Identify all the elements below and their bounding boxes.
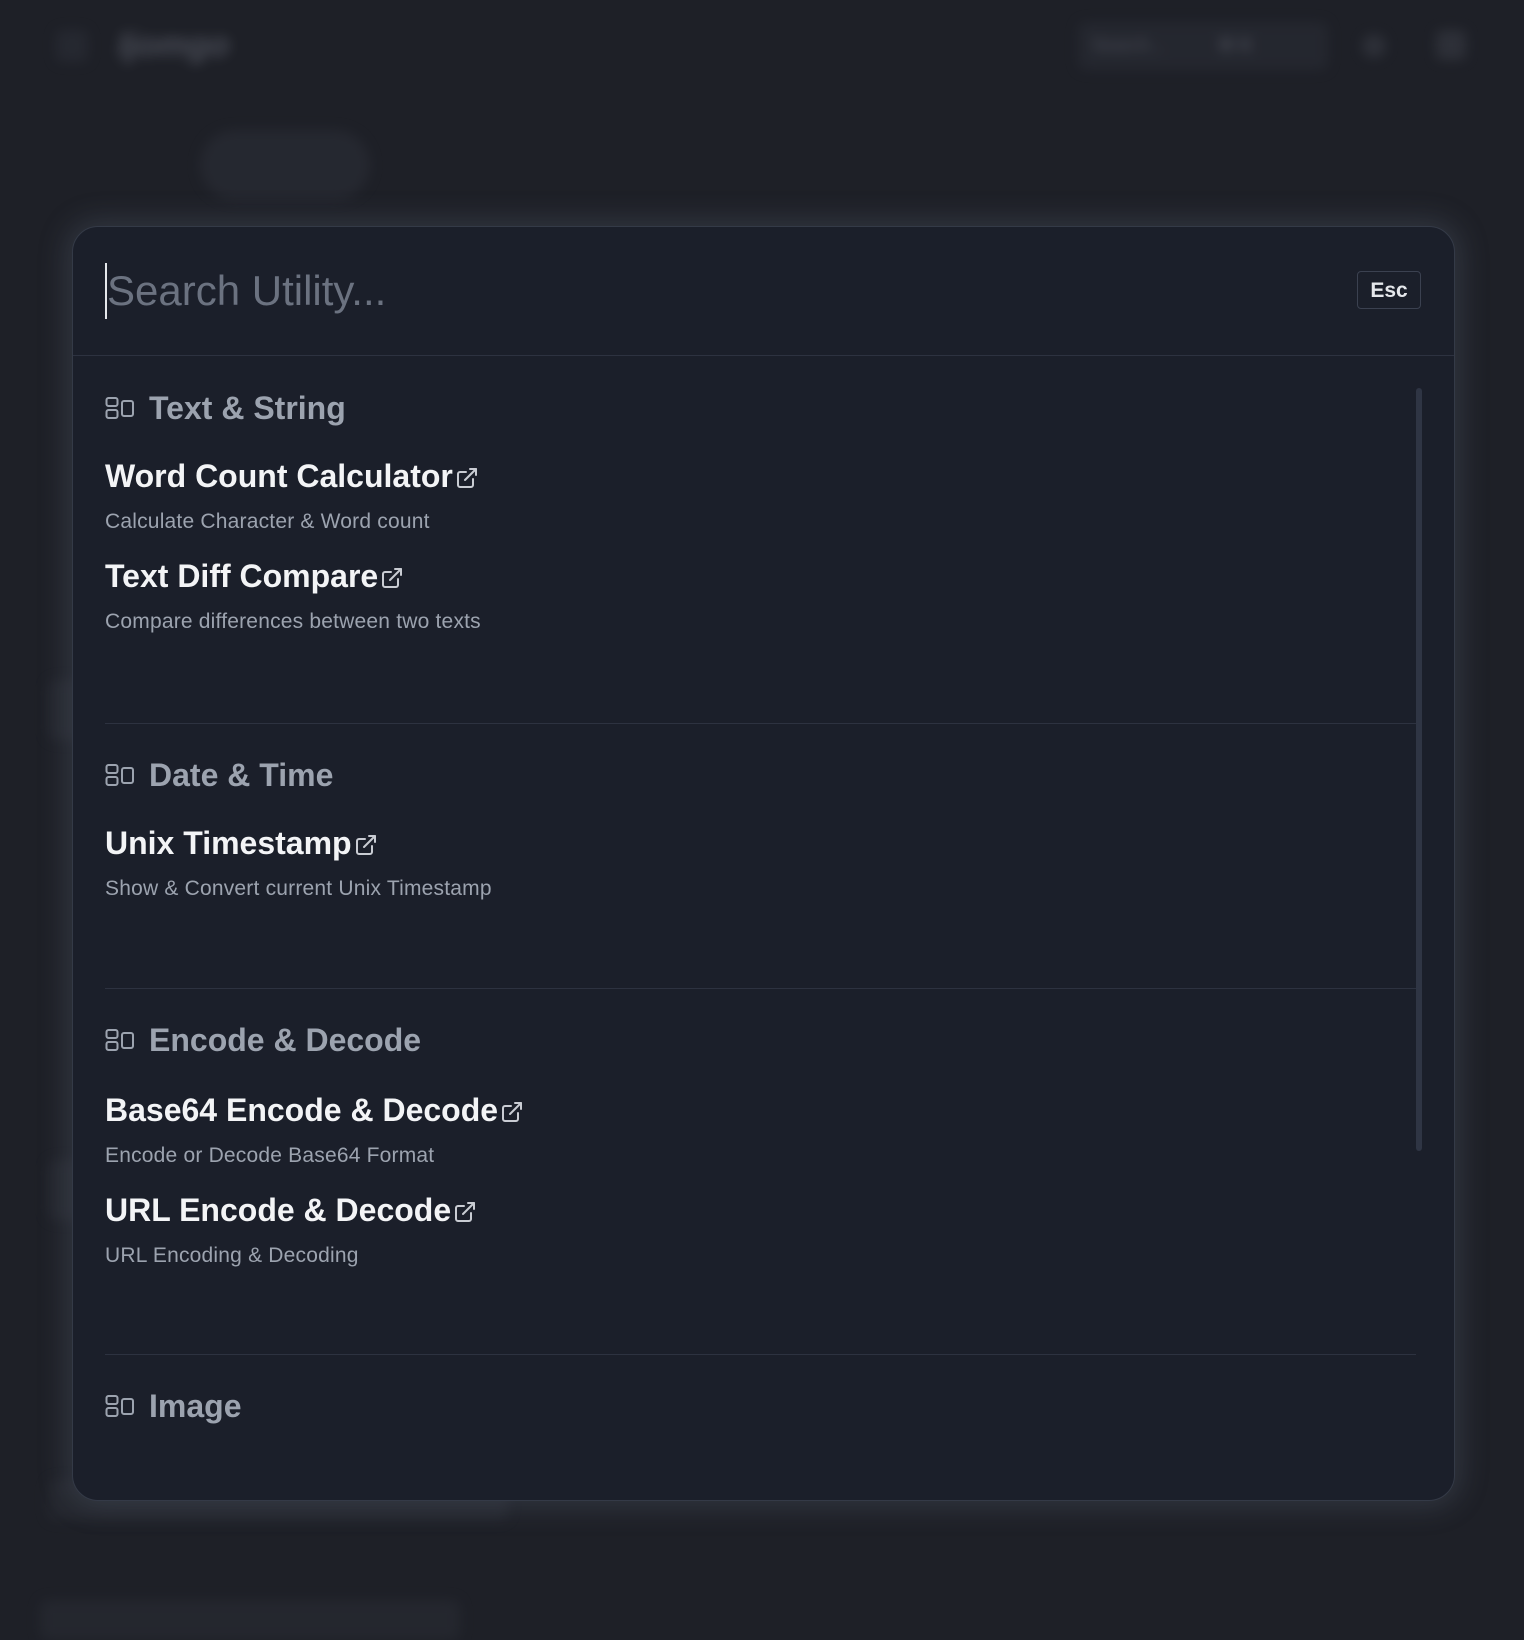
section-image: Image xyxy=(105,1386,1416,1446)
section-divider xyxy=(105,988,1416,989)
grid-layout-icon xyxy=(105,1029,134,1051)
tool-title-row: Base64 Encode & Decode xyxy=(105,1090,805,1130)
external-link-icon xyxy=(456,468,477,488)
esc-button[interactable]: Esc xyxy=(1357,271,1421,309)
section-title: Image xyxy=(149,1388,242,1424)
tool-word-count-calculator[interactable]: Word Count Calculator Calculate Characte… xyxy=(105,456,805,536)
grid-layout-icon xyxy=(105,764,134,786)
external-link-icon xyxy=(382,568,403,588)
section-title: Encode & Decode xyxy=(149,1022,422,1058)
site-logo: Ijomgo xyxy=(118,26,230,64)
tool-title-row: Text Diff Compare xyxy=(105,556,805,596)
background-content-block xyxy=(40,1600,460,1640)
tool-text-diff-compare[interactable]: Text Diff Compare Compare differences be… xyxy=(105,556,805,636)
background-search: Search... ⌘ K xyxy=(1078,22,1328,70)
section-encode-decode: Encode & Decode Base64 Encode & Decode E… xyxy=(105,1020,1416,1320)
tool-unix-timestamp[interactable]: Unix Timestamp Show & Convert current Un… xyxy=(105,823,805,903)
tool-description: URL Encoding & Decoding xyxy=(105,1244,359,1267)
tool-url-encode-decode[interactable]: URL Encode & Decode URL Encoding & Decod… xyxy=(105,1190,805,1270)
section-header: Text & String xyxy=(105,388,1416,428)
tool-description: Show & Convert current Unix Timestamp xyxy=(105,877,492,900)
background-hero-graphic xyxy=(200,130,370,200)
section-title: Date & Time xyxy=(149,757,334,793)
background-topbar: Ijomgo Search... ⌘ K xyxy=(0,0,1524,90)
tool-description: Calculate Character & Word count xyxy=(105,510,430,533)
modal-header: Esc xyxy=(73,227,1454,356)
tool-base64-encode-decode[interactable]: Base64 Encode & Decode Encode or Decode … xyxy=(105,1090,805,1170)
results-list: Text & String Word Count Calculator Calc… xyxy=(73,356,1454,1500)
external-link-icon xyxy=(455,1202,476,1222)
tool-title: Text Diff Compare xyxy=(105,558,379,594)
section-date-time: Date & Time Unix Timestamp Show & Conver… xyxy=(105,755,1416,955)
tool-description: Compare differences between two texts xyxy=(105,610,481,633)
external-link-icon xyxy=(355,835,376,855)
grid-layout-icon xyxy=(105,397,134,419)
theme-toggle-icon xyxy=(1362,34,1386,58)
tool-title: Word Count Calculator xyxy=(105,458,453,494)
scrollbar[interactable] xyxy=(1416,388,1422,1151)
section-divider xyxy=(105,1354,1416,1355)
tool-description: Encode or Decode Base64 Format xyxy=(105,1144,435,1167)
section-title: Text & String xyxy=(149,390,346,426)
github-icon xyxy=(1436,30,1466,60)
section-header: Encode & Decode xyxy=(105,1020,1416,1060)
menu-icon xyxy=(56,30,88,62)
section-header: Date & Time xyxy=(105,755,1416,795)
tool-title: Base64 Encode & Decode xyxy=(105,1092,499,1128)
tool-title: Unix Timestamp xyxy=(105,825,352,861)
external-link-icon xyxy=(502,1102,523,1122)
grid-layout-icon xyxy=(105,1395,134,1417)
section-text-string: Text & String Word Count Calculator Calc… xyxy=(105,388,1416,688)
section-divider xyxy=(105,723,1416,724)
section-header: Image xyxy=(105,1386,1416,1426)
utility-search-modal: Esc Text & String Word Count Calculator xyxy=(72,226,1455,1501)
background-search-shortcut: ⌘ K xyxy=(1218,35,1253,55)
tool-title-row: Word Count Calculator xyxy=(105,456,805,496)
tool-title: URL Encode & Decode xyxy=(105,1192,452,1228)
tool-title-row: URL Encode & Decode xyxy=(105,1190,805,1230)
tool-title-row: Unix Timestamp xyxy=(105,823,805,863)
background-search-placeholder: Search... xyxy=(1092,35,1165,55)
utility-search-input[interactable] xyxy=(105,263,1287,319)
